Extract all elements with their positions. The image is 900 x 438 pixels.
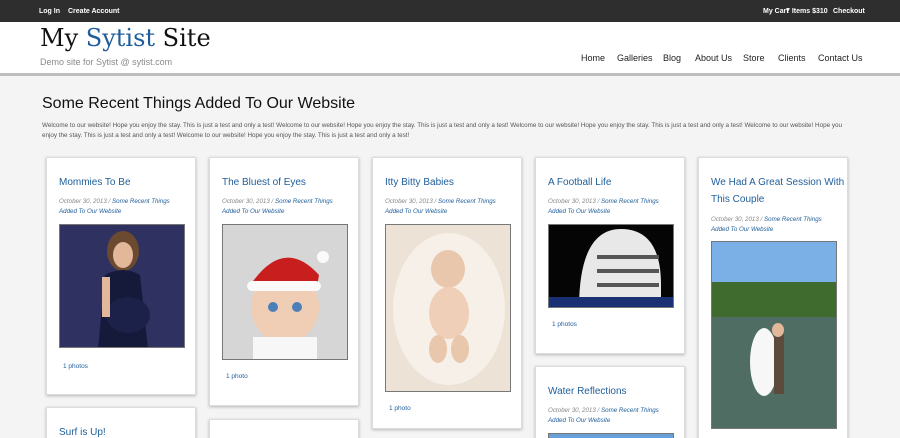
football-helmet-image xyxy=(549,225,673,307)
card-meta: October 30, 2013 / Some Recent Things Ad… xyxy=(385,197,515,217)
site-title-part: Site xyxy=(155,24,211,52)
nav-galleries[interactable]: Galleries xyxy=(617,53,653,63)
card-date: October 30, 2013 / xyxy=(59,198,111,205)
card-title[interactable]: Itty Bitty Babies xyxy=(385,174,454,191)
gallery-card[interactable] xyxy=(209,419,359,438)
intro-text: Welcome to our website! Hope you enjoy t… xyxy=(42,122,842,139)
card-photo[interactable] xyxy=(385,224,511,392)
gallery-card[interactable]: Itty Bitty Babies October 30, 2013 / Som… xyxy=(372,157,522,429)
create-account-link[interactable]: Create Account xyxy=(68,8,119,15)
wedding-couple-river-image xyxy=(712,242,836,428)
baby-on-fur-image xyxy=(386,225,510,391)
card-date: October 30, 2013 / xyxy=(548,198,600,205)
gallery-card[interactable]: Mommies To Be October 30, 2013 / Some Re… xyxy=(46,157,196,395)
gallery-card[interactable]: The Bluest of Eyes October 30, 2013 / So… xyxy=(209,157,359,406)
photo-count: 1 photo xyxy=(226,373,248,380)
cart-summary[interactable]: 7 Items $310 xyxy=(786,8,828,15)
card-title[interactable]: A Football Life xyxy=(548,174,611,191)
gallery-card[interactable]: Water Reflections October 30, 2013 / Som… xyxy=(535,366,685,438)
card-date: October 30, 2013 / xyxy=(711,216,763,223)
card-photo[interactable] xyxy=(59,224,185,348)
gallery-card[interactable]: A Football Life October 30, 2013 / Some … xyxy=(535,157,685,354)
card-photo[interactable] xyxy=(222,224,348,360)
photo-count: 1 photos xyxy=(552,321,577,328)
card-meta: October 30, 2013 / Some Recent Things Ad… xyxy=(548,197,678,217)
nav-home[interactable]: Home xyxy=(581,53,605,63)
card-photo[interactable] xyxy=(548,433,674,438)
top-bar: Log In Create Account My Cart 7 Items $3… xyxy=(0,0,900,22)
nav-contact-us[interactable]: Contact Us xyxy=(818,53,863,63)
card-date: October 30, 2013 / xyxy=(385,198,437,205)
card-photo[interactable] xyxy=(548,224,674,308)
nav-clients[interactable]: Clients xyxy=(778,53,806,63)
site-tagline: Demo site for Sytist @ sytist.com xyxy=(40,57,173,67)
site-title-accent: Sytist xyxy=(85,24,156,52)
card-title[interactable]: We Had A Great Session With This Couple xyxy=(711,174,847,208)
card-date: October 30, 2013 / xyxy=(222,198,274,205)
card-meta: October 30, 2013 / Some Recent Things Ad… xyxy=(222,197,352,217)
site-header: My Sytist Site Demo site for Sytist @ sy… xyxy=(0,22,900,76)
login-link[interactable]: Log In xyxy=(39,8,60,15)
site-title-part: My xyxy=(40,24,86,52)
gallery-card[interactable]: Surf is Up! xyxy=(46,407,196,438)
card-meta: October 30, 2013 / Some Recent Things Ad… xyxy=(59,197,189,217)
card-date: October 30, 2013 / xyxy=(548,407,600,414)
card-title[interactable]: Water Reflections xyxy=(548,383,627,400)
my-cart-link[interactable]: My Cart xyxy=(763,8,789,15)
card-title[interactable]: The Bluest of Eyes xyxy=(222,174,306,191)
card-photo[interactable] xyxy=(711,241,837,429)
checkout-link[interactable]: Checkout xyxy=(833,8,865,15)
nav-about-us[interactable]: About Us xyxy=(695,53,732,63)
card-title[interactable]: Surf is Up! xyxy=(59,424,106,438)
gallery-card[interactable]: We Had A Great Session With This Couple … xyxy=(698,157,848,438)
card-meta: October 30, 2013 / Some Recent Things Ad… xyxy=(548,406,678,426)
nav-store[interactable]: Store xyxy=(743,53,765,63)
card-title[interactable]: Mommies To Be xyxy=(59,174,131,191)
page-title: Some Recent Things Added To Our Website xyxy=(42,95,356,112)
site-title[interactable]: My Sytist Site xyxy=(40,24,211,52)
nav-blog[interactable]: Blog xyxy=(663,53,681,63)
photo-count: 1 photos xyxy=(63,363,88,370)
baby-santa-hat-image xyxy=(223,225,347,359)
photo-count: 1 photo xyxy=(389,405,411,412)
card-meta: October 30, 2013 / Some Recent Things Ad… xyxy=(711,215,841,235)
pregnant-woman-image xyxy=(60,225,184,347)
